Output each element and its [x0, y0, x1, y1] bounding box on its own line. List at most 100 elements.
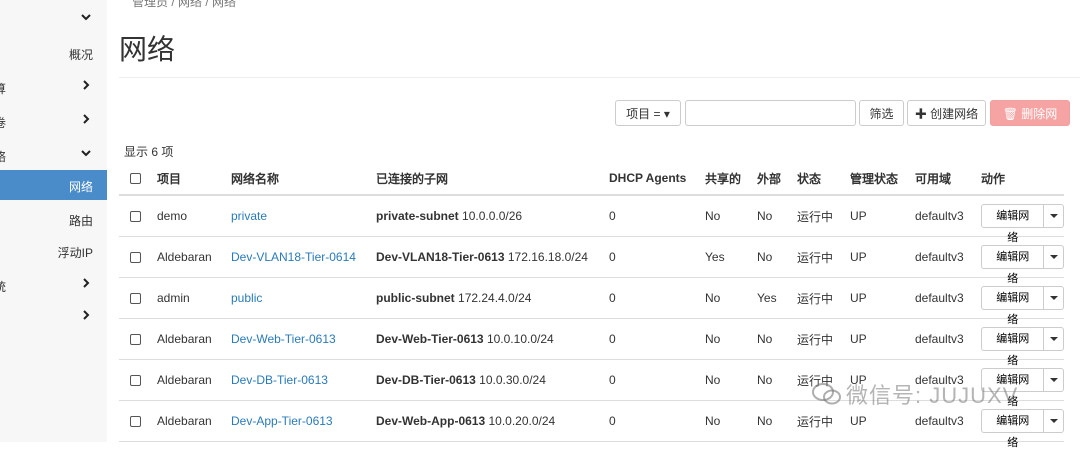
- column-header[interactable]: DHCP Agents: [609, 162, 705, 196]
- shared-cell: No: [705, 359, 757, 401]
- actions-dropdown-toggle[interactable]: [1044, 327, 1064, 351]
- create-network-button[interactable]: ✚ 创建网络: [907, 100, 986, 126]
- external-cell: No: [757, 236, 797, 278]
- project-cell: admin: [157, 277, 231, 319]
- table-header-row: 项目 网络名称 已连接的子网 DHCP Agents 共享的 外部 状态 管理状…: [119, 162, 1064, 196]
- network-name-link[interactable]: public: [231, 291, 262, 305]
- project-cell: Aldebaran: [157, 318, 231, 360]
- sidebar-item-volumes[interactable]: 卷: [0, 106, 107, 136]
- subnet-name: private-subnet: [376, 209, 459, 223]
- table-row: Aldebaran Dev-VLAN18-Tier-0614 Dev-VLAN18-…: [119, 236, 1064, 285]
- subnet-cell: public-subnet 172.24.4.0/24: [376, 277, 609, 319]
- table-row: Aldebaran Dev-Web-Tier-0613 Dev-Web-Tier-0…: [119, 318, 1064, 367]
- table-row: demo private private-subnet 10.0.0.0/26 0 No…: [119, 195, 1064, 244]
- sidebar-item-label: 浮动IP: [57, 246, 93, 260]
- subnet-cidr: 10.0.30.0/24: [479, 373, 546, 387]
- availability-zone-cell: defaultv3: [915, 277, 981, 319]
- chevron-down-icon: [80, 147, 92, 159]
- actions-dropdown-toggle[interactable]: [1044, 286, 1064, 310]
- row-checkbox[interactable]: [119, 359, 157, 401]
- row-checkbox[interactable]: [119, 236, 157, 278]
- external-cell: No: [757, 318, 797, 360]
- network-name-cell: Dev-Web-Tier-0613: [231, 318, 376, 360]
- network-name-cell: Dev-App-Tier-0613: [231, 400, 376, 442]
- row-checkbox[interactable]: [119, 400, 157, 442]
- project-cell: Aldebaran: [157, 359, 231, 401]
- subnet-cell: Dev-DB-Tier-0613 10.0.30.0/24: [376, 359, 609, 401]
- sidebar-item-admin[interactable]: [0, 4, 107, 34]
- shared-cell: No: [705, 400, 757, 442]
- sidebar-item-label: 卷: [0, 116, 7, 130]
- filter-button[interactable]: 筛选: [859, 100, 904, 126]
- table-row: admin public public-subnet 172.24.4.0/24 0 N…: [119, 277, 1064, 326]
- network-name-link[interactable]: private: [231, 209, 267, 223]
- subnet-cidr: 10.0.0.0/26: [462, 209, 523, 223]
- column-header[interactable]: 项目: [157, 162, 231, 196]
- availability-zone-cell: defaultv3: [915, 318, 981, 360]
- sidebar-item-network-group[interactable]: 络: [0, 140, 107, 170]
- edit-network-button[interactable]: 编辑网络: [981, 409, 1045, 449]
- network-name-link[interactable]: Dev-App-Tier-0613: [231, 414, 333, 428]
- watermark-text: 微信号: JUJUXV: [846, 383, 1019, 408]
- dhcp-agents-cell: 0: [609, 195, 705, 237]
- chevron-right-icon: [80, 113, 92, 125]
- column-header[interactable]: 共享的: [705, 162, 757, 196]
- column-header[interactable]: 网络名称: [231, 162, 376, 196]
- row-checkbox[interactable]: [119, 195, 157, 237]
- edit-network-button[interactable]: 编辑网络: [981, 286, 1045, 326]
- subnet-name: public-subnet: [376, 291, 455, 305]
- network-name-link[interactable]: Dev-DB-Tier-0613: [231, 373, 328, 387]
- admin-state-cell: UP: [850, 318, 915, 360]
- filter-field-select[interactable]: 项目 = ▾: [615, 100, 681, 126]
- actions-dropdown-toggle[interactable]: [1044, 368, 1064, 392]
- column-header[interactable]: 状态: [797, 162, 850, 196]
- dhcp-agents-cell: 0: [609, 277, 705, 319]
- page-title: 网络: [119, 34, 176, 65]
- sidebar-item-overview[interactable]: 概况: [0, 38, 107, 68]
- actions-dropdown-toggle[interactable]: [1044, 409, 1064, 433]
- subnet-name: Dev-Web-App-0613: [376, 414, 486, 428]
- availability-zone-cell: defaultv3: [915, 195, 981, 237]
- actions-dropdown-toggle[interactable]: [1044, 245, 1064, 269]
- select-all-checkbox[interactable]: [119, 162, 157, 196]
- external-cell: Yes: [757, 277, 797, 319]
- network-name-link[interactable]: Dev-VLAN18-Tier-0614: [231, 250, 356, 264]
- edit-network-button[interactable]: 编辑网络: [981, 204, 1045, 244]
- sidebar-item-label: 统: [0, 280, 7, 294]
- actions-dropdown-toggle[interactable]: [1044, 204, 1064, 228]
- network-name-cell: Dev-DB-Tier-0613: [231, 359, 376, 401]
- search-input[interactable]: [685, 100, 856, 126]
- item-count: 显示 6 项: [124, 145, 174, 159]
- subnet-cell: private-subnet 10.0.0.0/26: [376, 195, 609, 237]
- subnet-cidr: 10.0.20.0/24: [488, 414, 556, 428]
- sidebar-item-networks[interactable]: 网络: [0, 170, 107, 200]
- edit-network-button[interactable]: 编辑网络: [981, 245, 1045, 285]
- external-cell: No: [757, 359, 797, 401]
- title-divider: [119, 77, 1080, 78]
- wechat-icon: [812, 382, 842, 412]
- availability-zone-cell: defaultv3: [915, 236, 981, 278]
- edit-network-button[interactable]: 编辑网络: [981, 327, 1045, 367]
- sidebar-item-floating-ip[interactable]: 浮动IP: [0, 236, 107, 266]
- dhcp-agents-cell: 0: [609, 400, 705, 442]
- row-checkbox[interactable]: [119, 318, 157, 360]
- sidebar-item-label: 算: [0, 82, 7, 96]
- sidebar-item-routers[interactable]: 路由: [0, 204, 107, 234]
- column-header[interactable]: 已连接的子网: [376, 162, 609, 196]
- shared-cell: Yes: [705, 236, 757, 278]
- sidebar-item-compute[interactable]: 算: [0, 72, 107, 102]
- subnet-name: Dev-Web-Tier-0613: [376, 332, 484, 346]
- sidebar-item-identity[interactable]: [0, 302, 107, 332]
- delete-network-button[interactable]: 🗑 删除网络: [990, 100, 1070, 145]
- column-header[interactable]: 管理状态: [850, 162, 915, 196]
- column-header[interactable]: 外部: [757, 162, 797, 196]
- project-cell: demo: [157, 195, 231, 237]
- sidebar-item-label: 网络: [68, 180, 93, 194]
- row-checkbox[interactable]: [119, 277, 157, 319]
- sidebar-item-label: 路由: [68, 214, 93, 228]
- subnet-cidr: 10.0.10.0/24: [486, 332, 554, 346]
- sidebar-item-system[interactable]: 统: [0, 270, 107, 300]
- network-name-link[interactable]: Dev-Web-Tier-0613: [231, 332, 336, 346]
- column-header[interactable]: 可用域: [915, 162, 981, 196]
- column-header: 动作: [981, 162, 1064, 196]
